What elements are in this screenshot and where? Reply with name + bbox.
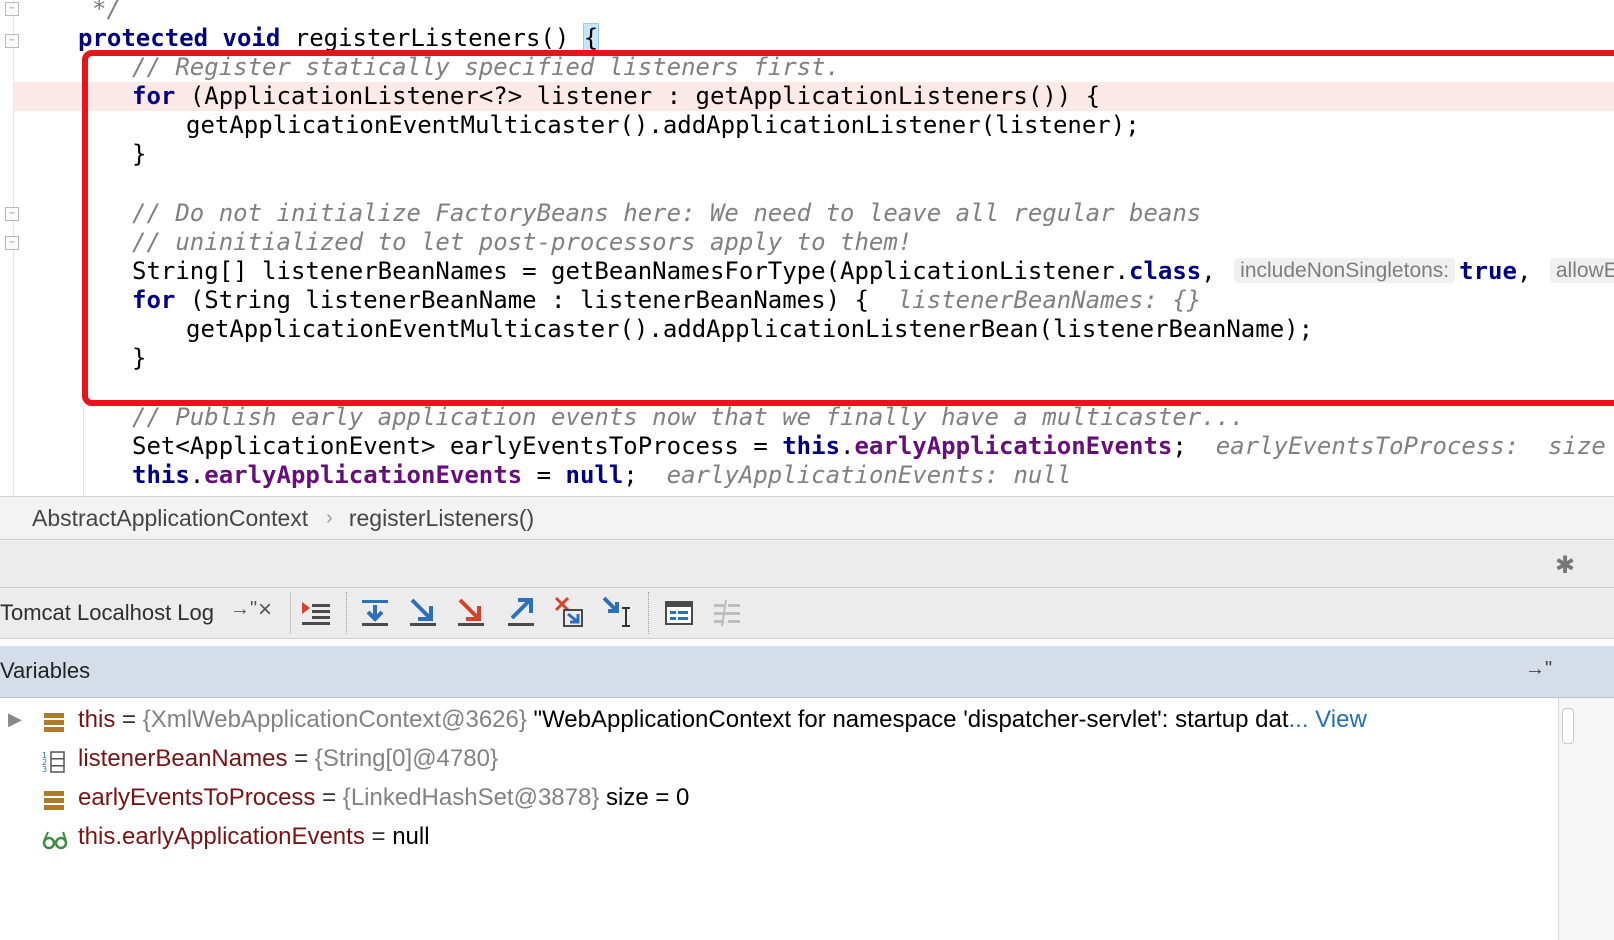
inline-debug-value: earlyEventsToProcess: size = 0 bbox=[1215, 432, 1606, 460]
code-line: this.earlyApplicationEvents = null; earl… bbox=[132, 461, 1072, 489]
inline-debug-value: listenerBeanNames: {} bbox=[897, 286, 1202, 314]
view-link[interactable]: View bbox=[1309, 706, 1367, 733]
toolbar-divider bbox=[346, 592, 348, 634]
toolbar-divider bbox=[290, 592, 291, 634]
variable-name: this.earlyApplicationEvents bbox=[78, 823, 365, 850]
evaluate-expression-icon[interactable] bbox=[662, 594, 696, 630]
variable-type: {XmlWebApplicationContext@3626} bbox=[142, 706, 527, 733]
debug-panel-header bbox=[0, 540, 1614, 587]
scrollbar-thumb[interactable] bbox=[1562, 708, 1574, 744]
variable-equals: = bbox=[315, 784, 343, 811]
variable-value: null bbox=[392, 823, 430, 850]
variable-equals: = bbox=[364, 823, 393, 850]
variable-row[interactable]: this.earlyApplicationEvents = null bbox=[0, 817, 1558, 856]
pin-icon[interactable]: →" bbox=[230, 598, 257, 621]
code-line: getApplicationEventMulticaster().addAppl… bbox=[186, 111, 1140, 139]
variable-name: this bbox=[78, 706, 116, 733]
code-line: } bbox=[132, 344, 147, 372]
code-line: String[] listenerBeanNames = getBeanName… bbox=[132, 257, 1614, 286]
variable-row[interactable]: earlyEventsToProcess = {LinkedHashSet@38… bbox=[0, 778, 1558, 817]
debug-toolbar: Tomcat Localhost Log →" × bbox=[0, 587, 1614, 639]
gutter-line bbox=[13, 0, 14, 510]
code-line: // uninitialized to let post-processors … bbox=[132, 228, 913, 256]
fold-marker-icon[interactable]: − bbox=[5, 207, 19, 221]
svg-text:3: 3 bbox=[42, 765, 47, 774]
fold-marker-icon[interactable]: − bbox=[5, 2, 19, 16]
variable-type: {String[0]@4780} bbox=[314, 745, 498, 772]
variable-equals: = bbox=[287, 745, 315, 772]
trace-icon[interactable] bbox=[710, 594, 744, 630]
code-line: getApplicationEventMulticaster().addAppl… bbox=[186, 315, 1314, 343]
watch-glasses-icon bbox=[42, 825, 68, 850]
gear-icon[interactable]: ✱ bbox=[1555, 551, 1575, 580]
variables-header: Variables →" bbox=[0, 646, 1614, 698]
show-execution-point-icon[interactable] bbox=[300, 594, 334, 630]
fold-marker-icon[interactable]: − bbox=[5, 236, 19, 250]
breadcrumb: AbstractApplicationContext › registerLis… bbox=[0, 496, 1614, 540]
variables-title: Variables bbox=[0, 658, 91, 683]
breadcrumb-class[interactable]: AbstractApplicationContext bbox=[0, 505, 308, 532]
tab-tomcat-localhost-log[interactable]: Tomcat Localhost Log bbox=[0, 600, 214, 626]
parameter-hint: allowE bbox=[1549, 258, 1614, 283]
inline-debug-value: earlyApplicationEvents: null bbox=[666, 461, 1072, 489]
indent-guide bbox=[83, 405, 84, 510]
breadcrumb-method[interactable]: registerListeners() bbox=[333, 505, 534, 532]
variable-value: "WebApplicationContext for namespace 'di… bbox=[526, 706, 1289, 733]
array-icon: 123 bbox=[42, 747, 66, 774]
drop-frame-icon[interactable] bbox=[552, 594, 586, 630]
step-into-icon[interactable] bbox=[406, 594, 440, 630]
breadcrumb-separator: › bbox=[326, 506, 333, 529]
code-line-current: for (ApplicationListener<?> listener : g… bbox=[132, 82, 1101, 110]
variables-list[interactable]: ▶ this = {XmlWebApplicationContext@3626}… bbox=[0, 698, 1558, 940]
variable-type: {LinkedHashSet@3878} bbox=[342, 784, 600, 811]
code-line: // Do not initialize FactoryBeans here: … bbox=[132, 199, 1202, 227]
code-line: // Register statically specified listene… bbox=[132, 53, 841, 81]
force-step-into-icon[interactable] bbox=[454, 594, 488, 630]
fold-marker-icon[interactable]: − bbox=[5, 34, 19, 48]
code-line: for (String listenerBeanName : listenerB… bbox=[132, 286, 1202, 314]
code-line: protected void registerListeners() { bbox=[78, 23, 600, 53]
variable-equals: = bbox=[115, 706, 143, 733]
variable-name: listenerBeanNames bbox=[78, 745, 288, 772]
code-line: } bbox=[132, 140, 147, 168]
code-editor[interactable]: − − − − */ protected void registerListen… bbox=[0, 0, 1614, 510]
object-field-icon bbox=[42, 708, 66, 732]
expand-arrow-icon[interactable]: ▶ bbox=[8, 700, 22, 739]
side-scrollbar[interactable] bbox=[1558, 698, 1614, 940]
variable-value: size = 0 bbox=[599, 784, 690, 811]
code-line: // Publish early application events now … bbox=[132, 403, 1245, 431]
parameter-hint: includeNonSingletons: bbox=[1234, 258, 1456, 283]
code-line: Set<ApplicationEvent> earlyEventsToProce… bbox=[132, 432, 1614, 461]
close-icon[interactable]: × bbox=[258, 596, 272, 624]
step-over-icon[interactable] bbox=[358, 594, 392, 630]
code-line: */ bbox=[92, 0, 121, 23]
step-out-icon[interactable] bbox=[504, 594, 538, 630]
ellipsis: ... bbox=[1288, 706, 1309, 733]
variable-row[interactable]: ▶ this = {XmlWebApplicationContext@3626}… bbox=[0, 700, 1558, 739]
editor-gutter: − − − − bbox=[0, 0, 40, 510]
object-field-icon bbox=[42, 786, 66, 810]
pin-icon[interactable]: →" bbox=[1525, 658, 1552, 681]
toolbar-divider bbox=[648, 592, 650, 634]
variable-name: earlyEventsToProcess bbox=[78, 784, 316, 811]
run-to-cursor-icon[interactable] bbox=[600, 594, 634, 630]
variable-row[interactable]: 123 listenerBeanNames = {String[0]@4780} bbox=[0, 739, 1558, 778]
